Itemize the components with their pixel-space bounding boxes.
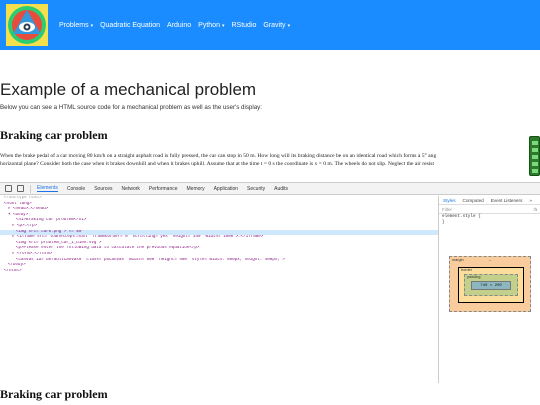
padding-label: padding xyxy=(467,275,481,279)
chevron-down-icon: ▾ xyxy=(90,22,94,29)
nav-problems[interactable]: Problems ▾ xyxy=(59,22,93,29)
devtools-toolbar: Elements Console Sources Network Perform… xyxy=(0,183,540,195)
nav-arduino[interactable]: Arduino xyxy=(167,22,191,29)
hover-state-toggle[interactable]: :h xyxy=(533,205,537,214)
chevron-down-icon: ▾ xyxy=(287,22,291,29)
page-title: Example of a mechanical problem xyxy=(0,80,257,99)
section-heading: Braking car problem xyxy=(0,128,108,142)
nav-gravity[interactable]: Gravity ▾ xyxy=(263,22,290,29)
devtools-screenshot: Elements Console Sources Network Perform… xyxy=(0,182,540,383)
code-line[interactable]: </html> xyxy=(0,269,438,275)
box-model-content: 740 × 200 xyxy=(471,281,511,290)
styles-filter-input[interactable]: Filter:h xyxy=(439,205,540,214)
tab-computed[interactable]: Computed xyxy=(463,198,484,203)
tab-more[interactable]: » xyxy=(529,198,532,203)
styles-tabs: Styles Computed Event Listeners » xyxy=(439,196,540,205)
tab-styles[interactable]: Styles xyxy=(443,198,456,203)
box-model-border: border padding 740 × 200 xyxy=(458,267,524,303)
problem-statement: When the brake pedal of a car moving 80 … xyxy=(0,152,540,168)
device-toggle-icon[interactable] xyxy=(17,185,24,192)
page-intro: Below you can see a HTML source code for… xyxy=(0,104,262,111)
devtools-tab-performance[interactable]: Performance xyxy=(149,186,178,192)
margin-label: margin xyxy=(452,258,464,262)
devtools-tab-audits[interactable]: Audits xyxy=(274,186,288,192)
box-model-margin: margin – border padding 740 × 200 xyxy=(449,256,531,312)
devtools-tab-memory[interactable]: Memory xyxy=(187,186,205,192)
style-rule-close: } xyxy=(442,220,445,225)
nav-menu: Problems ▾ Quadratic Equation Arduino Pyt… xyxy=(59,0,297,50)
chevron-down-icon: ▾ xyxy=(221,22,225,29)
box-model-padding: padding 740 × 200 xyxy=(464,274,518,296)
top-navbar: Problems ▾ Quadratic Equation Arduino Pyt… xyxy=(0,0,540,50)
devtools-tab-security[interactable]: Security xyxy=(247,186,265,192)
devtools-tab-console[interactable]: Console xyxy=(67,186,85,192)
problem-line: When the brake pedal of a car moving 80 … xyxy=(0,153,437,159)
nav-quadratic-equation[interactable]: Quadratic Equation xyxy=(100,22,160,29)
site-logo[interactable] xyxy=(6,4,48,46)
elements-panel: <!doctype html> <html lang> ▸ <head>…</h… xyxy=(0,196,438,383)
styles-panel: Styles Computed Event Listeners » Filter… xyxy=(438,196,540,383)
inspect-icon[interactable] xyxy=(5,185,12,192)
devtools-tab-sources[interactable]: Sources xyxy=(94,186,112,192)
nav-rstudio[interactable]: RStudio xyxy=(231,22,256,29)
section-heading-2: Braking car problem xyxy=(0,387,108,401)
margin-value: – xyxy=(489,258,492,262)
side-widget[interactable] xyxy=(529,136,540,176)
tab-event-listeners[interactable]: Event Listeners xyxy=(491,198,523,203)
devtools-tab-network[interactable]: Network xyxy=(122,186,140,192)
border-label: border xyxy=(461,268,472,272)
nav-python[interactable]: Python ▾ xyxy=(198,22,224,29)
devtools-tab-application[interactable]: Application xyxy=(214,186,238,192)
devtools-tab-elements[interactable]: Elements xyxy=(37,185,58,192)
problem-line: horizontal plane? Consider both the case… xyxy=(0,161,435,167)
